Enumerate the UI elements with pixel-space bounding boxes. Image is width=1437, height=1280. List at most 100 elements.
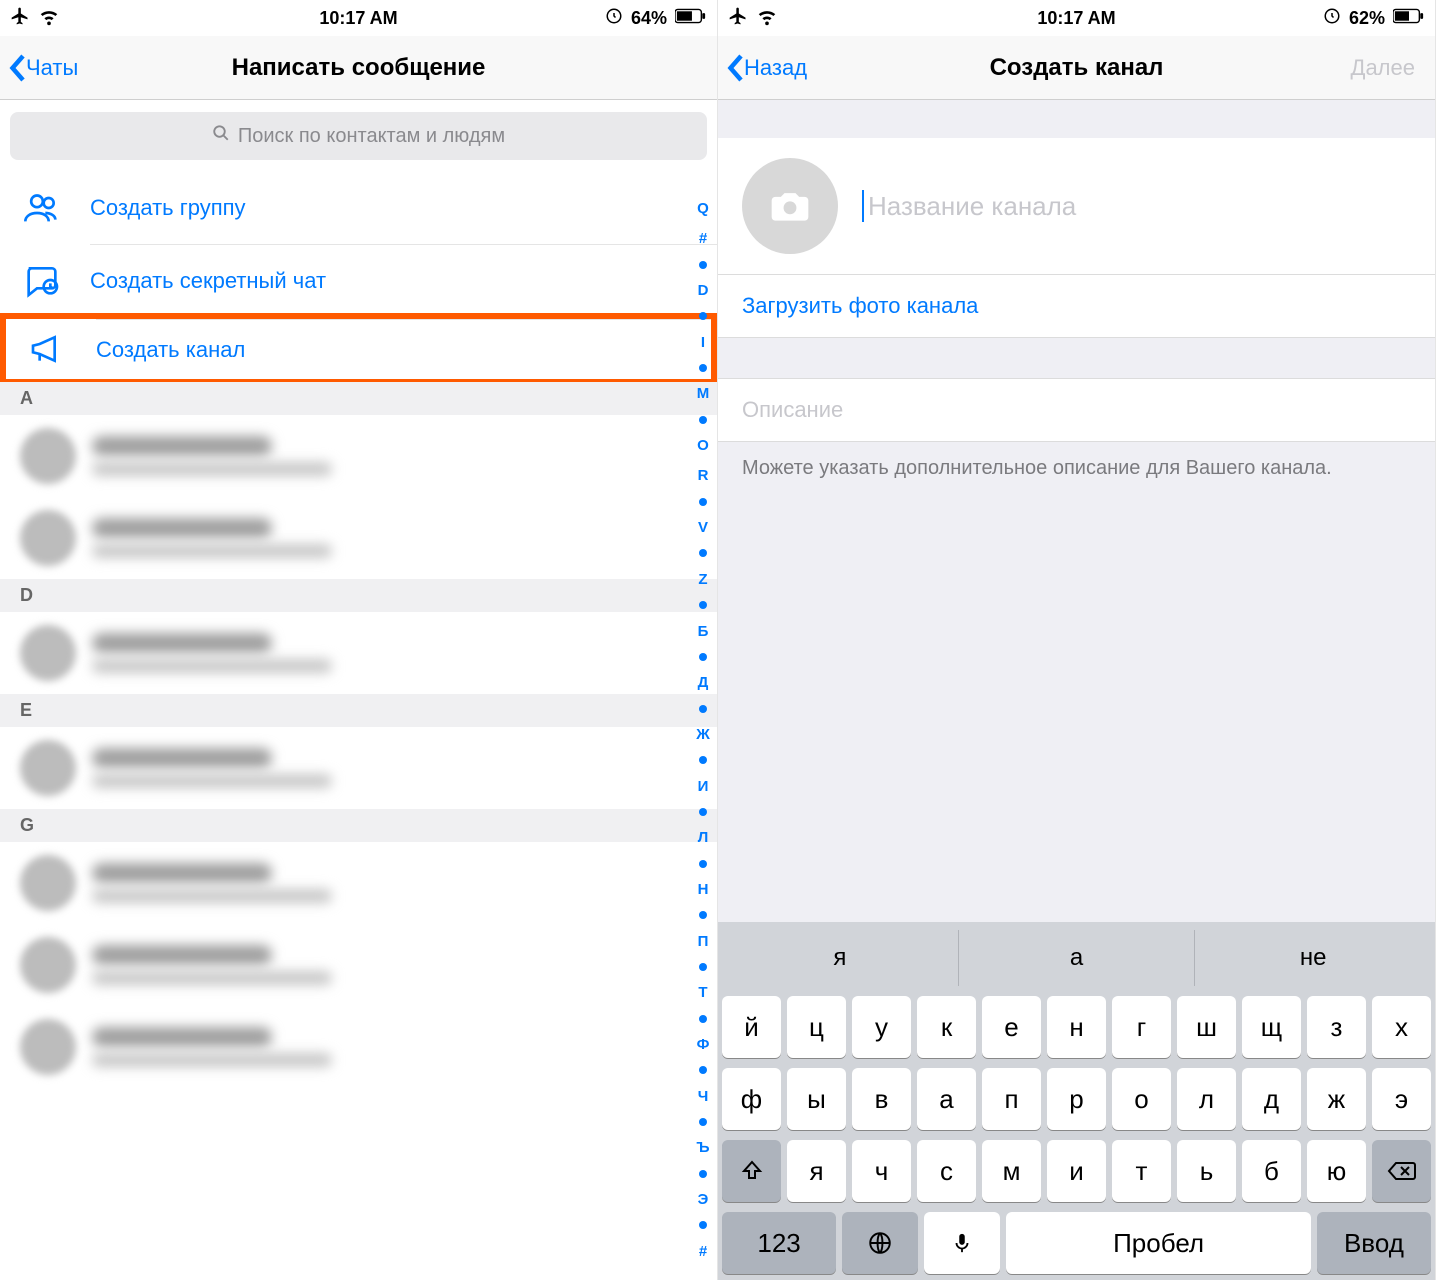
key-е[interactable]: е (982, 996, 1041, 1058)
key-б[interactable]: б (1242, 1140, 1301, 1202)
key-ф[interactable]: ф (722, 1068, 781, 1130)
key-ч[interactable]: ч (852, 1140, 911, 1202)
channel-name-input[interactable]: Название канала (862, 190, 1411, 222)
key-в[interactable]: в (852, 1068, 911, 1130)
key-п[interactable]: п (982, 1068, 1041, 1130)
index-letter[interactable]: И (698, 778, 709, 795)
contact-item[interactable] (0, 727, 717, 809)
index-letter[interactable]: D (698, 282, 709, 299)
key-backspace[interactable] (1372, 1140, 1431, 1202)
key-ш[interactable]: ш (1177, 996, 1236, 1058)
create-channel-button[interactable]: Создать канал (0, 313, 717, 385)
contact-item[interactable] (0, 842, 717, 924)
index-dot[interactable] (699, 549, 707, 557)
index-dot[interactable] (699, 653, 707, 661)
key-ж[interactable]: ж (1307, 1068, 1366, 1130)
contact-item[interactable] (0, 924, 717, 1006)
key-г[interactable]: г (1112, 996, 1171, 1058)
next-button[interactable]: Далее (1351, 55, 1427, 81)
index-letter[interactable]: Z (698, 571, 707, 588)
prediction-2[interactable]: а (959, 930, 1196, 986)
index-letter[interactable]: Ф (697, 1036, 710, 1053)
key-ц[interactable]: ц (787, 996, 846, 1058)
key-space[interactable]: Пробел (1006, 1212, 1310, 1274)
index-dot[interactable] (699, 312, 707, 320)
key-enter[interactable]: Ввод (1317, 1212, 1431, 1274)
index-dot[interactable] (699, 756, 707, 764)
prediction-1[interactable]: я (722, 930, 959, 986)
index-letter[interactable]: П (698, 933, 709, 950)
key-я[interactable]: я (787, 1140, 846, 1202)
key-д[interactable]: д (1242, 1068, 1301, 1130)
back-button[interactable]: Чаты (8, 53, 78, 83)
index-letter[interactable]: Ч (698, 1088, 709, 1105)
key-х[interactable]: х (1372, 996, 1431, 1058)
index-letter[interactable]: Б (698, 623, 709, 640)
key-shift[interactable] (722, 1140, 781, 1202)
index-dot[interactable] (699, 1066, 707, 1074)
upload-photo-button[interactable]: Загрузить фото канала (718, 274, 1435, 338)
index-dot[interactable] (699, 808, 707, 816)
index-dot[interactable] (699, 1015, 707, 1023)
key-л[interactable]: л (1177, 1068, 1236, 1130)
key-н[interactable]: н (1047, 996, 1106, 1058)
index-dot[interactable] (699, 498, 707, 506)
key-с[interactable]: с (917, 1140, 976, 1202)
index-dot[interactable] (699, 601, 707, 609)
index-dot[interactable] (699, 911, 707, 919)
key-й[interactable]: й (722, 996, 781, 1058)
index-dot[interactable] (699, 705, 707, 713)
key-а[interactable]: а (917, 1068, 976, 1130)
key-м[interactable]: м (982, 1140, 1041, 1202)
key-ы[interactable]: ы (787, 1068, 846, 1130)
key-э[interactable]: э (1372, 1068, 1431, 1130)
index-dot[interactable] (699, 1118, 707, 1126)
index-dot[interactable] (699, 1221, 707, 1229)
channel-photo-placeholder[interactable] (742, 158, 838, 254)
key-mic[interactable] (924, 1212, 1000, 1274)
index-letter[interactable]: M (697, 385, 710, 402)
index-letter[interactable]: I (701, 334, 705, 351)
index-letter[interactable]: Э (698, 1191, 709, 1208)
index-letter[interactable]: Ж (696, 726, 710, 743)
index-dot[interactable] (699, 261, 707, 269)
key-щ[interactable]: щ (1242, 996, 1301, 1058)
key-и[interactable]: и (1047, 1140, 1106, 1202)
key-з[interactable]: з (1307, 996, 1366, 1058)
contact-item[interactable] (0, 612, 717, 694)
index-letter[interactable]: O (697, 437, 709, 454)
contact-item[interactable] (0, 497, 717, 579)
index-letter[interactable]: # (699, 1243, 707, 1260)
key-globe[interactable] (842, 1212, 918, 1274)
back-button[interactable]: Назад (726, 53, 807, 83)
index-dot[interactable] (699, 860, 707, 868)
index-dot[interactable] (699, 364, 707, 372)
key-о[interactable]: о (1112, 1068, 1171, 1130)
key-123[interactable]: 123 (722, 1212, 836, 1274)
index-dot[interactable] (699, 963, 707, 971)
index-letter[interactable]: Л (698, 829, 709, 846)
index-letter[interactable]: # (699, 230, 707, 247)
create-secret-chat-button[interactable]: Создать секретный чат (0, 244, 717, 316)
index-letter[interactable]: R (698, 467, 709, 484)
key-к[interactable]: к (917, 996, 976, 1058)
description-input[interactable]: Описание (718, 378, 1435, 442)
index-letter[interactable]: Ъ (696, 1139, 709, 1156)
key-т[interactable]: т (1112, 1140, 1171, 1202)
key-р[interactable]: р (1047, 1068, 1106, 1130)
contact-item[interactable] (0, 1006, 717, 1088)
index-letter[interactable]: Д (698, 674, 709, 691)
key-у[interactable]: у (852, 996, 911, 1058)
index-letter[interactable]: V (698, 519, 708, 536)
contact-item[interactable] (0, 415, 717, 497)
index-strip[interactable]: Q # D I M OR V Z Б Д Ж И Л Н П Т Ф Ч Ъ Э # (691, 200, 715, 1260)
prediction-3[interactable]: не (1195, 930, 1431, 986)
create-group-button[interactable]: Создать группу (0, 172, 717, 244)
index-dot[interactable] (699, 416, 707, 424)
index-letter[interactable]: Т (698, 984, 707, 1001)
search-input[interactable]: Поиск по контактам и людям (10, 112, 707, 160)
index-letter[interactable]: Н (698, 881, 709, 898)
index-letter[interactable]: Q (697, 200, 709, 217)
index-dot[interactable] (699, 1170, 707, 1178)
key-ь[interactable]: ь (1177, 1140, 1236, 1202)
